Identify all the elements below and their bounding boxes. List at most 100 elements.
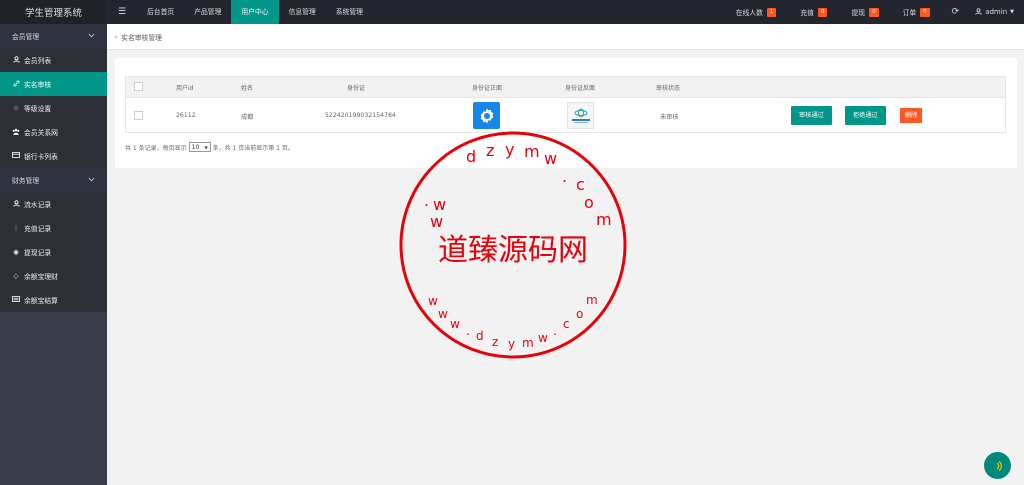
svg-text:w: w [428, 294, 438, 308]
nav-item-info[interactable]: 信息管理 [279, 0, 326, 24]
svg-text:d: d [466, 147, 476, 166]
nav-item-user-center[interactable]: 用户中心 [231, 0, 279, 24]
sidebar-item-bank-cards[interactable]: 银行卡列表 [0, 144, 107, 168]
col-idcard-back: 身份证反面 [565, 85, 596, 92]
page-size-select[interactable]: 10 ▼ [188, 142, 211, 152]
floating-action-button[interactable] [984, 452, 1011, 479]
sidebar-item-level-settings[interactable]: ☆ 等级设置 [0, 96, 107, 120]
more-icon: ⋮ [12, 224, 20, 232]
sidebar-item-withdraw-records[interactable]: ◉ 提现记录 [0, 240, 107, 264]
recharge-badge: 0 [817, 7, 828, 17]
chevron-up-icon [88, 32, 95, 40]
star-icon: ☆ [13, 104, 19, 112]
cell-user-id: 26112 [176, 112, 196, 119]
sidebar-group-members[interactable]: 会员管理 [0, 24, 107, 48]
col-name: 姓名 [241, 85, 254, 92]
app-logo[interactable]: 学生管理系统 [0, 0, 107, 24]
svg-text:.: . [562, 167, 567, 186]
sidebar-item-label: 会员关系网 [24, 129, 58, 137]
sidebar-item-label: 实名审核 [24, 81, 52, 89]
cell-idcard: 522420199032154784 [325, 112, 396, 119]
delete-button[interactable]: 删除 [900, 108, 923, 123]
watermark-seal: 道臻源码网 w w . d z y m w . c o m w w w . d … [399, 131, 627, 359]
withdraw-link[interactable]: 提现 0 [839, 7, 890, 17]
svg-text:.: . [424, 191, 429, 210]
diamond-icon: ◇ [13, 272, 19, 280]
circle-icon: ◉ [13, 248, 19, 256]
svg-text:.: . [553, 324, 557, 338]
menu-icon[interactable]: ☰ [107, 7, 137, 17]
svg-text:z: z [486, 141, 494, 160]
svg-text:c: c [563, 317, 570, 331]
svg-text:c: c [576, 175, 585, 194]
svg-text:m: m [524, 142, 540, 161]
chevron-up-icon [88, 176, 95, 184]
idcard-front-image[interactable] [473, 102, 500, 129]
nav-item-home[interactable]: 后台首页 [137, 0, 184, 24]
pagination-info: 共 1 条记录，每页显示 10 ▼ 条，共 1 页当前显示第 1 页。 [125, 142, 294, 152]
idcard-back-image[interactable] [567, 102, 594, 129]
list-icon [12, 296, 20, 304]
chevron-down-icon: ▼ [204, 144, 208, 150]
online-users[interactable]: 在线人数 1 [724, 7, 789, 17]
svg-text:d: d [476, 329, 484, 343]
gear-icon [480, 108, 493, 123]
col-idcard-front: 身份证正面 [472, 85, 503, 92]
breadcrumb: » 实名审核管理 [107, 24, 1024, 50]
sidebar-item-label: 流水记录 [24, 201, 52, 209]
reject-button[interactable]: 拒绝通过 [845, 106, 886, 125]
sidebar-item-yuebao-settle[interactable]: 余额宝结算 [0, 288, 107, 312]
orders-label: 订单 [902, 9, 917, 17]
svg-text:y: y [505, 140, 514, 159]
nav-item-products[interactable]: 产品管理 [184, 0, 231, 24]
select-all-checkbox[interactable] [134, 82, 143, 91]
sidebar-item-yuebao-finance[interactable]: ◇ 余额宝理财 [0, 264, 107, 288]
user-icon [12, 55, 20, 65]
sidebar-item-realname-audit[interactable]: 实名审核 [0, 72, 107, 96]
sound-icon [996, 460, 1002, 471]
svg-text:w: w [450, 317, 460, 331]
sidebar-item-label: 提现记录 [24, 249, 52, 257]
sidebar-item-flow-records[interactable]: 流水记录 [0, 192, 107, 216]
approve-button[interactable]: 审核通过 [791, 106, 832, 125]
card-icon [12, 152, 20, 160]
svg-text:z: z [492, 335, 498, 349]
pager-suffix: 条，共 1 页当前显示第 1 页。 [212, 144, 294, 152]
username: admin [985, 8, 1008, 16]
sidebar-item-recharge-records[interactable]: ⋮ 充值记录 [0, 216, 107, 240]
svg-text:w: w [430, 212, 443, 231]
double-chevron-icon: » [114, 32, 119, 41]
sidebar-item-member-network[interactable]: 会员关系网 [0, 120, 107, 144]
cell-name: 成都 [241, 114, 254, 121]
breadcrumb-current[interactable]: 实名审核管理 [121, 32, 162, 42]
chevron-down-icon: ▼ [1010, 9, 1014, 15]
svg-text:o: o [584, 193, 594, 212]
svg-text:o: o [576, 307, 583, 321]
top-navbar: 学生管理系统 ☰ 后台首页 产品管理 用户中心 信息管理 系统管理 在线人数 1… [0, 0, 1024, 24]
withdraw-label: 提现 [851, 9, 866, 17]
svg-text:m: m [586, 293, 598, 307]
sidebar-item-label: 余额宝结算 [24, 297, 58, 305]
sidebar-item-label: 充值记录 [24, 225, 52, 233]
sidebar-item-label: 银行卡列表 [24, 153, 58, 161]
user-icon [12, 199, 20, 209]
user-menu[interactable]: admin ▼ [969, 7, 1024, 17]
top-nav: 后台首页 产品管理 用户中心 信息管理 系统管理 [137, 0, 373, 24]
online-users-badge: 1 [766, 7, 777, 17]
orders-link[interactable]: 订单 0 [891, 7, 942, 17]
page-size-value: 10 [191, 143, 200, 151]
refresh-icon[interactable]: ⟳ [942, 7, 970, 17]
col-user-id: 用户id [176, 85, 194, 92]
watermark-stamp: 道臻源码网 w w . d z y m w . c o m w w w . d … [398, 130, 628, 360]
audit-table: 用户id 姓名 身份证 身份证正面 身份证反面 审核状态 26112 成都 52… [125, 76, 1006, 133]
sidebar-group-finance[interactable]: 财务管理 [0, 168, 107, 192]
sidebar: 会员管理 会员列表 实名审核 ☆ 等级设置 会员关系网 银行卡列表 财务管理 流… [0, 24, 107, 485]
svg-text:m: m [596, 210, 612, 229]
row-checkbox[interactable] [134, 111, 143, 120]
online-users-label: 在线人数 [735, 9, 763, 17]
svg-text:w: w [438, 307, 448, 321]
nav-item-system[interactable]: 系统管理 [326, 0, 373, 24]
recharge-link[interactable]: 充值 0 [788, 7, 839, 17]
sidebar-item-member-list[interactable]: 会员列表 [0, 48, 107, 72]
cell-audit-status: 未审核 [660, 114, 679, 121]
